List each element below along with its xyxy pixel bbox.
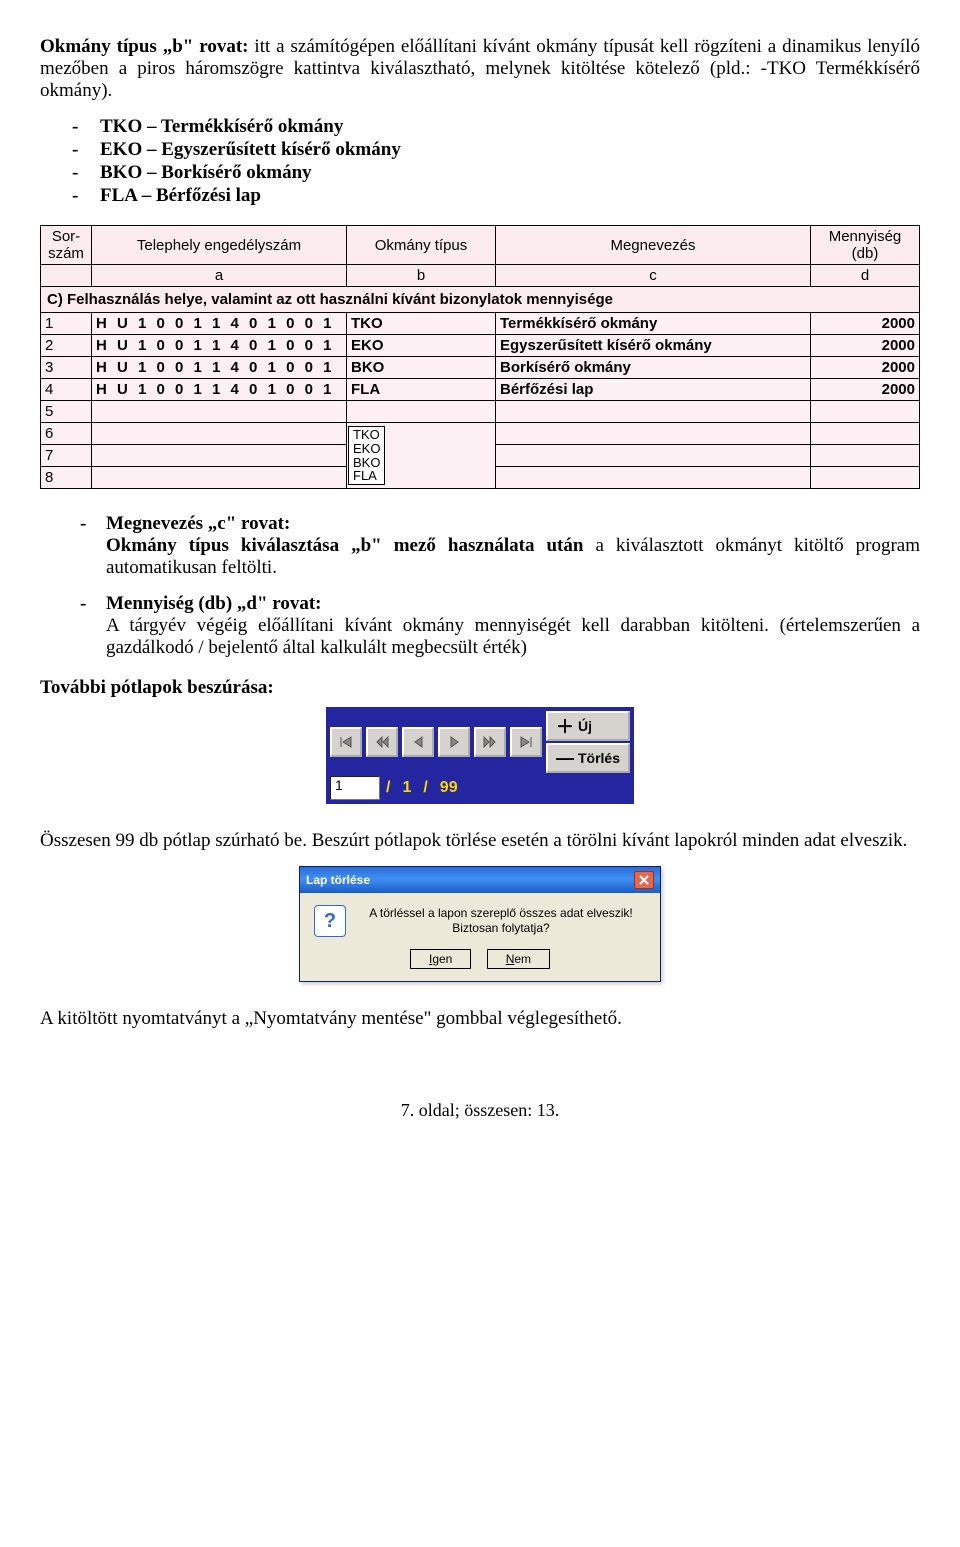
col-telephely: Telephely engedélyszám <box>92 226 347 265</box>
type-item: EKO – Egyszerűsített kísérő okmány <box>100 139 920 161</box>
table-row-dropdown[interactable]: 6 TKO EKO BKO FLA <box>41 423 920 445</box>
delete-confirm-dialog: Lap törlése ? A törléssel a lapon szerep… <box>299 866 661 982</box>
page-number-input[interactable]: 1 <box>330 776 380 800</box>
rovat-c-title: Megnevezés „c" rovat: <box>106 513 290 534</box>
question-icon: ? <box>314 905 346 937</box>
current-page: 1 <box>396 779 417 797</box>
col-mennyiseg: Mennyiség (db) <box>811 226 920 265</box>
intro-bold: Okmány típus „b" rovat: <box>40 36 249 57</box>
table-row[interactable]: 3 H U 1 0 0 1 1 4 0 1 0 0 1 BKO Borkísér… <box>41 357 920 379</box>
type-item: TKO – Termékkísérő okmány <box>100 116 920 138</box>
col-megnevezes: Megnevezés <box>496 226 811 265</box>
delete-page-button[interactable]: — Törlés <box>546 743 630 773</box>
page-footer: 7. oldal; összesen: 13. <box>40 1100 920 1121</box>
col-sorszam: Sor- szám <box>41 226 92 265</box>
prev-button[interactable] <box>402 727 434 757</box>
left-icon <box>412 735 424 749</box>
col-c: c <box>496 265 811 287</box>
potlap-heading: További pótlapok beszúrása: <box>40 677 920 699</box>
final-paragraph: A kitöltött nyomtatványt a „Nyomtatvány … <box>40 1008 920 1030</box>
dialog-yes-button[interactable]: Igen <box>410 949 471 969</box>
plus-icon: ＋ <box>556 713 574 739</box>
col-d: d <box>811 265 920 287</box>
col-a: a <box>92 265 347 287</box>
intro-paragraph: Okmány típus „b" rovat: itt a számítógép… <box>40 36 920 102</box>
dialog-msg-2: Biztosan folytatja? <box>356 921 646 935</box>
right-icon <box>448 735 460 749</box>
section-c-title: C) Felhasználás helye, valamint az ott h… <box>41 287 920 313</box>
type-item: FLA – Bérfőzési lap <box>100 185 920 207</box>
table-row[interactable]: 1 H U 1 0 0 1 1 4 0 1 0 0 1 TKO Termékkí… <box>41 313 920 335</box>
okmany-dropdown[interactable]: TKO EKO BKO FLA <box>347 423 496 489</box>
table-row[interactable]: 2 H U 1 0 0 1 1 4 0 1 0 0 1 EKO Egyszerű… <box>41 335 920 357</box>
next-button[interactable] <box>438 727 470 757</box>
last-icon <box>519 735 533 749</box>
section-c-table: C) Felhasználás helye, valamint az ott h… <box>40 225 920 489</box>
double-right-icon <box>483 735 497 749</box>
okmany-type-list: TKO – Termékkísérő okmány EKO – Egyszerű… <box>40 116 920 207</box>
rovat-d-body: A tárgyév végéig előállítani kívánt okmá… <box>106 615 920 658</box>
potlap-summary: Összesen 99 db pótlap szúrható be. Beszú… <box>40 830 920 852</box>
close-icon <box>639 875 649 885</box>
type-item: BKO – Borkísérő okmány <box>100 162 920 184</box>
next-fast-button[interactable] <box>474 727 506 757</box>
first-icon <box>339 735 353 749</box>
rovat-explanations: - Megnevezés „c" rovat: Okmány típus kiv… <box>40 513 920 659</box>
prev-fast-button[interactable] <box>366 727 398 757</box>
total-pages: 99 <box>434 779 464 797</box>
dialog-msg-1: A törléssel a lapon szereplő összes adat… <box>356 906 646 920</box>
dialog-no-button[interactable]: Nem <box>487 949 550 969</box>
new-page-button[interactable]: ＋ Új <box>546 711 630 741</box>
col-okmanytipus: Okmány típus <box>347 226 496 265</box>
minus-icon: — <box>556 748 574 769</box>
dialog-title: Lap törlése <box>306 873 370 887</box>
first-page-button[interactable] <box>330 727 362 757</box>
col-b: b <box>347 265 496 287</box>
rovat-c-pre: Okmány típus kiválasztása „b" mező haszn… <box>106 535 583 556</box>
double-left-icon <box>375 735 389 749</box>
dialog-close-button[interactable] <box>634 871 654 889</box>
page-navigator: ＋ Új — Törlés 1 / 1 / 99 <box>326 707 634 804</box>
last-page-button[interactable] <box>510 727 542 757</box>
table-row[interactable]: 5 <box>41 401 920 423</box>
rovat-d-title: Mennyiség (db) „d" rovat: <box>106 593 322 614</box>
section-c-form: C) Felhasználás helye, valamint az ott h… <box>40 225 920 489</box>
table-row[interactable]: 4 H U 1 0 0 1 1 4 0 1 0 0 1 FLA Bérfőzés… <box>41 379 920 401</box>
